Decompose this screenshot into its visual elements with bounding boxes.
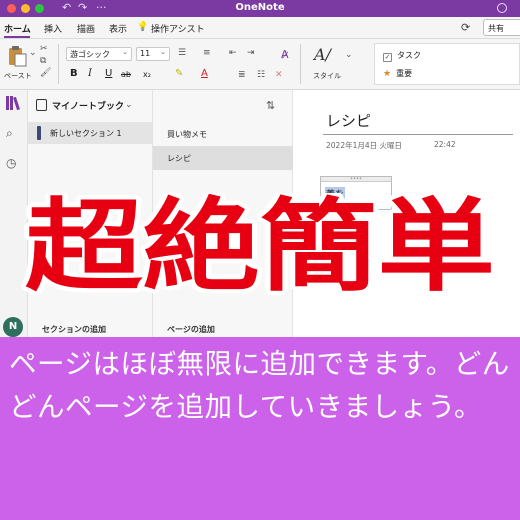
notebooks-icon[interactable] (6, 96, 20, 111)
banner-text: 超絶簡単 (25, 193, 495, 303)
add-page-button[interactable]: ページの追加 (167, 324, 215, 335)
page-title[interactable]: レシピ (326, 110, 371, 131)
ribbon-divider (300, 44, 301, 84)
copy-icon[interactable]: ⧉ (40, 56, 46, 66)
banner-svg: 超絶簡単 (21, 193, 500, 303)
lightbulb-icon: 💡 (137, 22, 149, 32)
tag-important-label: 重要 (396, 69, 413, 78)
strikethrough-button[interactable]: ab (121, 70, 131, 79)
star-icon: ★ (383, 69, 392, 79)
underline-button[interactable]: U (105, 68, 112, 79)
tab-home[interactable]: ホーム (4, 22, 31, 35)
share-label: 共有 (488, 24, 504, 33)
tag-important[interactable]: ★ 重要 (383, 68, 412, 79)
font-size-value: 11 (140, 49, 151, 58)
page-item-shopping[interactable]: 買い物メモ (153, 122, 294, 146)
styles-label: スタイル (313, 72, 341, 80)
sync-icon[interactable]: ⟳ (461, 21, 470, 34)
subscript-button[interactable]: x₂ (143, 70, 151, 79)
tag-task-label: タスク (397, 51, 421, 60)
ribbon: ⌄ ペースト ✂ ⧉ 🖌 游ゴシック ⌄ 11 ⌄ B I U ab x₂ ✎ … (0, 39, 520, 90)
chevron-down-icon[interactable]: ⌄ (125, 100, 133, 110)
notebook-title[interactable]: マイノートブック (52, 99, 124, 112)
chevron-down-icon: ⌄ (160, 48, 166, 56)
add-section-button[interactable]: セクションの追加 (42, 324, 106, 335)
chevron-down-icon: ⌄ (122, 48, 128, 56)
tab-view[interactable]: 表示 (109, 22, 127, 35)
page-label: 買い物メモ (167, 130, 207, 139)
caption-text: ページはほぼ無限に追加できます。どんどんページを追加していきましょう。 (9, 348, 510, 423)
account-icon[interactable] (497, 3, 507, 13)
title-divider (323, 134, 513, 135)
paste-chevron-icon[interactable]: ⌄ (29, 48, 37, 58)
page-item-recipe[interactable]: レシピ (153, 146, 294, 170)
page-date: 2022年1月4日 火曜日 (326, 141, 403, 150)
title-bar: ↶ ↷ ··· OneNote (0, 0, 520, 17)
paste-icon[interactable] (7, 45, 27, 67)
ribbon-divider (58, 44, 59, 84)
bullets-icon[interactable]: ☰ (178, 48, 186, 58)
recent-icon[interactable]: ◷ (6, 156, 16, 170)
share-button[interactable]: 共有 (483, 19, 520, 36)
indent-icon[interactable]: ⇥ (247, 48, 255, 58)
page-label: レシピ (167, 154, 191, 163)
outdent-icon[interactable]: ⇤ (229, 48, 237, 58)
align-icon[interactable]: ≣ (238, 70, 246, 80)
section-item[interactable]: 新しいセクション 1 (28, 122, 152, 144)
checkbox-icon: ✓ (383, 53, 392, 62)
avatar[interactable]: N (3, 317, 23, 337)
app-title: OneNote (235, 2, 285, 13)
sort-icon[interactable]: ⇅ (266, 99, 275, 112)
tab-draw[interactable]: 描画 (77, 22, 95, 35)
tag-task[interactable]: ✓ タスク (383, 50, 421, 62)
bold-button[interactable]: B (70, 68, 78, 79)
paste-label: ペースト (4, 72, 32, 80)
tab-tell-me[interactable]: 操作アシスト (151, 22, 205, 35)
font-name-value: 游ゴシック (70, 50, 110, 59)
section-label: 新しいセクション 1 (50, 129, 122, 138)
styles-icon[interactable]: A/ (314, 45, 331, 64)
italic-button[interactable]: I (88, 68, 92, 79)
clear-format-icon[interactable]: A̷ (281, 48, 289, 61)
caption-box: ページはほぼ無限に追加できます。どんどんページを追加していきましょう。 (0, 337, 520, 520)
styles-chevron-icon[interactable]: ⌄ (345, 50, 353, 60)
notebook-icon (36, 99, 47, 111)
tags-gallery: ✓ タスク ★ 重要 (374, 43, 520, 85)
cut-icon[interactable]: ✂ (40, 44, 48, 54)
active-tab-indicator (4, 36, 30, 38)
ribbon-tabs: ホーム 挿入 描画 表示 💡 操作アシスト ⟳ 共有 (0, 17, 520, 39)
font-name-select[interactable]: 游ゴシック ⌄ (66, 47, 132, 61)
numbering-icon[interactable]: ≡ (203, 48, 211, 58)
font-color-icon[interactable]: A (201, 68, 208, 79)
note-container-handle[interactable]: •••• (321, 177, 391, 182)
clear-formatting-icon[interactable]: ✕ (275, 70, 283, 80)
page-time: 22:42 (434, 140, 456, 149)
font-size-select[interactable]: 11 ⌄ (136, 47, 170, 61)
search-icon[interactable]: ⌕ (6, 126, 13, 141)
format-painter-icon[interactable]: 🖌 (40, 68, 51, 78)
highlight-icon[interactable]: ✎ (175, 68, 183, 79)
overlay-banner: 超絶簡単 (0, 193, 520, 303)
list-style-icon[interactable]: ☷ (257, 70, 265, 80)
tab-insert[interactable]: 挿入 (44, 22, 62, 35)
section-color-tab (37, 126, 41, 140)
